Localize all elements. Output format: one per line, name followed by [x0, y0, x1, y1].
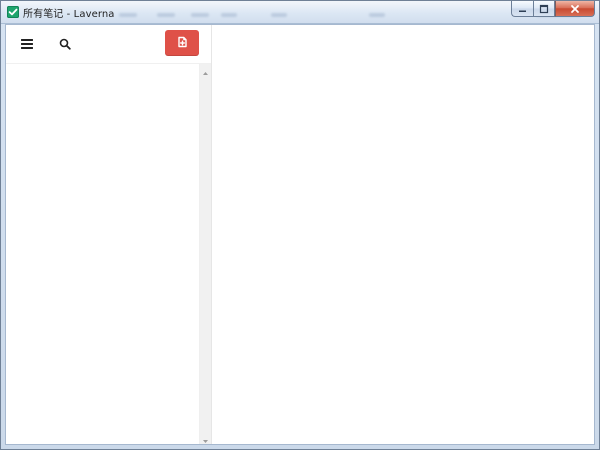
- application-window: 所有笔记 - Laverna: [0, 0, 600, 450]
- scroll-down-button[interactable]: [200, 432, 211, 444]
- minimize-icon: [518, 1, 527, 18]
- window-title: 所有笔记 - Laverna: [23, 9, 115, 20]
- scroll-up-button[interactable]: [200, 64, 211, 76]
- notes-list[interactable]: [6, 64, 199, 444]
- hamburger-menu-icon: [20, 35, 34, 54]
- window-controls: [511, 1, 595, 17]
- sidebar-toolbar: [6, 25, 211, 64]
- app-client-area: [5, 24, 595, 445]
- notes-list-scrollbar[interactable]: [199, 64, 211, 444]
- search-button[interactable]: [56, 35, 74, 53]
- new-note-icon: [175, 34, 189, 53]
- maximize-icon: [539, 1, 549, 18]
- maximize-button[interactable]: [533, 1, 555, 17]
- main-menu-button[interactable]: [18, 35, 36, 53]
- scroll-down-icon: [202, 429, 209, 445]
- close-icon: [570, 1, 580, 18]
- close-button[interactable]: [555, 1, 595, 17]
- minimize-button[interactable]: [511, 1, 533, 17]
- scroll-up-icon: [202, 61, 209, 80]
- laverna-check-icon: [7, 6, 19, 18]
- notes-sidebar: [6, 25, 212, 444]
- window-titlebar[interactable]: 所有笔记 - Laverna: [1, 1, 599, 24]
- search-icon: [59, 35, 71, 54]
- note-content-pane[interactable]: [212, 25, 594, 444]
- new-note-button[interactable]: [165, 30, 199, 56]
